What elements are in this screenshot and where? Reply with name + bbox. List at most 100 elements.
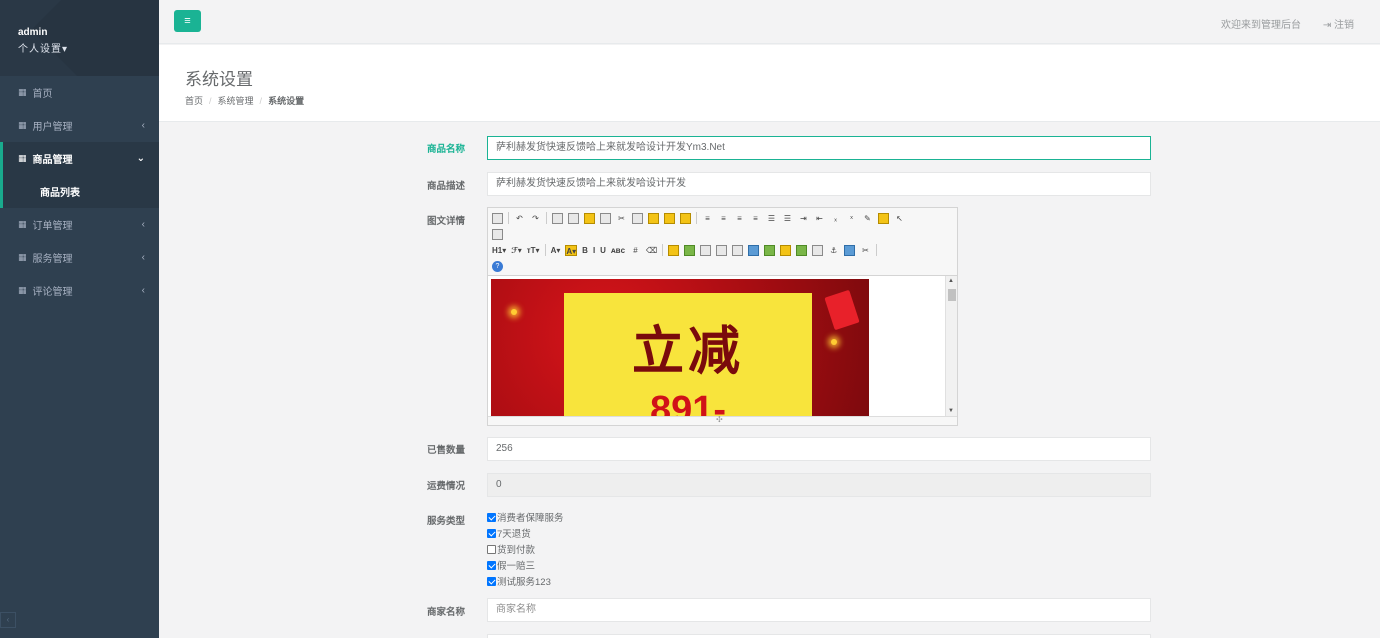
editor-toolbar: ↶ ↷ ✂ ≡ ≡ ≡ ≡ ☰ ☰ ⇥ ⇤ ₓ ˣ ✎ ↖ H1▾ ℱ▾ тT▾ A▾ A▾ B I Uᴀʙᴄ # ⌫ … <box>488 208 957 276</box>
checkbox-checked[interactable] <box>487 576 496 586</box>
service-option[interactable]: 货到付款 <box>487 541 564 557</box>
chevron-left-icon: ‹ <box>141 219 145 230</box>
media-icon[interactable] <box>716 244 728 256</box>
product-desc-input[interactable]: 萨利赫发货快速反馈哈上来就发哈设计开发 <box>487 172 1151 196</box>
print-icon[interactable] <box>568 212 579 224</box>
sidebar-item-orders[interactable]: ▦ 订单管理 ‹ <box>0 208 159 241</box>
fullscreen-icon[interactable] <box>492 228 503 240</box>
checkbox-unchecked[interactable] <box>487 544 496 554</box>
menu-toggle-button[interactable]: ≡ <box>174 10 201 32</box>
logout-link[interactable]: ⇥ 注销 <box>1323 16 1354 31</box>
link-icon[interactable] <box>844 244 856 256</box>
service-option-label: 消费者保障服务 <box>497 513 564 524</box>
strikethrough-icon[interactable]: ᴀʙᴄ <box>611 245 625 256</box>
unlink-icon[interactable]: ✂ <box>860 245 871 256</box>
line-height-icon[interactable]: # <box>630 245 641 256</box>
cursor-icon[interactable]: ↖ <box>894 213 905 224</box>
checkbox-checked[interactable] <box>487 528 496 538</box>
service-option[interactable]: 假一赔三 <box>487 557 564 573</box>
sidebar-item-products[interactable]: ▦ 商品管理 ⌄ <box>0 142 159 175</box>
scroll-up-icon[interactable]: ▲ <box>948 278 954 284</box>
map-icon[interactable] <box>796 244 808 256</box>
pagebreak-icon[interactable] <box>812 244 824 256</box>
hr-icon[interactable] <box>764 244 776 256</box>
font-family-icon[interactable]: ℱ▾ <box>511 245 521 256</box>
personal-settings-label: 个人设置 <box>18 44 62 55</box>
attachment-icon[interactable] <box>732 244 744 256</box>
code-icon[interactable] <box>600 212 611 224</box>
paste-text-icon[interactable] <box>664 212 675 224</box>
service-option[interactable]: 消费者保障服务 <box>487 509 564 525</box>
bold-icon[interactable]: B <box>582 245 588 256</box>
sidebar-item-label: 评论管理 <box>32 287 73 298</box>
align-center-icon[interactable]: ≡ <box>718 213 729 224</box>
italic-icon[interactable]: I <box>593 245 595 256</box>
checkbox-checked[interactable] <box>487 512 496 522</box>
align-left-icon[interactable]: ≡ <box>702 213 713 224</box>
rich-text-editor[interactable]: ↶ ↷ ✂ ≡ ≡ ≡ ≡ ☰ ☰ ⇥ ⇤ ₓ ˣ ✎ ↖ H1▾ ℱ▾ тT▾ A▾ A▾ B I Uᴀʙᴄ # ⌫ … <box>487 207 958 426</box>
outdent-icon[interactable]: ⇤ <box>814 213 825 224</box>
product-name-input[interactable]: 萨利赫发货快速反馈哈上来就发哈设计开发Ym3.Net <box>487 136 1151 160</box>
editor-scrollbar[interactable]: ▲ ▼ <box>945 276 957 416</box>
clear-format-icon[interactable]: ✎ <box>862 213 873 224</box>
sidebar-item-label: 订单管理 <box>32 221 73 232</box>
font-color-icon[interactable]: A▾ <box>551 245 561 256</box>
personal-settings-dropdown[interactable]: 个人设置▾ <box>18 40 159 55</box>
undo-icon[interactable]: ↶ <box>514 213 525 224</box>
justify-icon[interactable]: ≡ <box>750 213 761 224</box>
unordered-list-icon[interactable]: ☰ <box>782 213 793 224</box>
scroll-down-icon[interactable]: ▼ <box>948 408 954 414</box>
grid-icon: ▦ <box>18 153 27 163</box>
redo-icon[interactable]: ↷ <box>530 213 541 224</box>
select-all-icon[interactable] <box>878 212 889 224</box>
merchant-name-label: 商家名称 <box>427 607 466 618</box>
multi-image-icon[interactable] <box>684 244 696 256</box>
cut-icon[interactable]: ✂ <box>616 213 627 224</box>
template-icon[interactable] <box>584 212 595 224</box>
paste-word-icon[interactable] <box>680 212 691 224</box>
highlight-icon[interactable]: A▾ <box>565 244 578 256</box>
preview-icon[interactable] <box>552 212 563 224</box>
heading-icon[interactable]: H1▾ <box>492 245 506 256</box>
sidebar-item-comments[interactable]: ▦ 评论管理 ‹ <box>0 274 159 307</box>
sidebar-item-users[interactable]: ▦ 用户管理 ‹ <box>0 109 159 142</box>
sidebar-item-home[interactable]: ▦ 首页 <box>0 76 159 109</box>
scroll-thumb[interactable] <box>948 289 956 301</box>
merchant-name-input[interactable]: 商家名称 <box>487 598 1151 622</box>
remove-format-icon[interactable]: ⌫ <box>646 245 657 256</box>
subscript-icon[interactable]: ₓ <box>830 213 841 224</box>
service-option[interactable]: 测试服务123 <box>487 573 564 589</box>
collapse-sidebar-icon[interactable]: ‹ <box>0 612 16 628</box>
sidebar-subitem-product-list[interactable]: 商品列表 <box>0 175 159 208</box>
promo-number: 891- <box>649 389 727 416</box>
sidebar-item-services[interactable]: ▦ 服务管理 ‹ <box>0 241 159 274</box>
resize-handle-icon[interactable]: ✣ <box>716 415 723 424</box>
paste-icon[interactable] <box>648 212 659 224</box>
emoticon-icon[interactable] <box>780 244 792 256</box>
align-right-icon[interactable]: ≡ <box>734 213 745 224</box>
service-option[interactable]: 7天退货 <box>487 525 564 541</box>
breadcrumb-system[interactable]: 系统管理 <box>218 96 254 106</box>
breadcrumb-home[interactable]: 首页 <box>185 96 203 106</box>
image-icon[interactable] <box>668 244 680 256</box>
editor-resize-bar[interactable]: ✣ <box>488 415 957 425</box>
toolbar-divider <box>544 244 546 256</box>
flash-icon[interactable] <box>700 244 712 256</box>
checkbox-checked[interactable] <box>487 560 496 570</box>
table-icon[interactable] <box>748 244 760 256</box>
ordered-list-icon[interactable]: ☰ <box>766 213 777 224</box>
copy-icon[interactable] <box>632 212 643 224</box>
help-icon[interactable]: ? <box>492 260 503 272</box>
font-size-icon[interactable]: тT▾ <box>527 245 540 256</box>
indent-icon[interactable]: ⇥ <box>798 213 809 224</box>
sold-count-input[interactable]: 256 <box>487 437 1151 461</box>
toolbar-divider <box>696 212 697 224</box>
grid-icon: ▦ <box>18 120 27 130</box>
shipping-input: 0 <box>487 473 1151 497</box>
editor-content-area[interactable]: 立减 891- ▲ ▼ <box>488 276 957 416</box>
next-field-input[interactable] <box>487 634 1151 638</box>
source-icon[interactable] <box>492 212 503 224</box>
underline-icon[interactable]: U <box>600 245 606 256</box>
anchor-icon[interactable]: ⚓ <box>828 245 839 256</box>
superscript-icon[interactable]: ˣ <box>846 213 857 224</box>
